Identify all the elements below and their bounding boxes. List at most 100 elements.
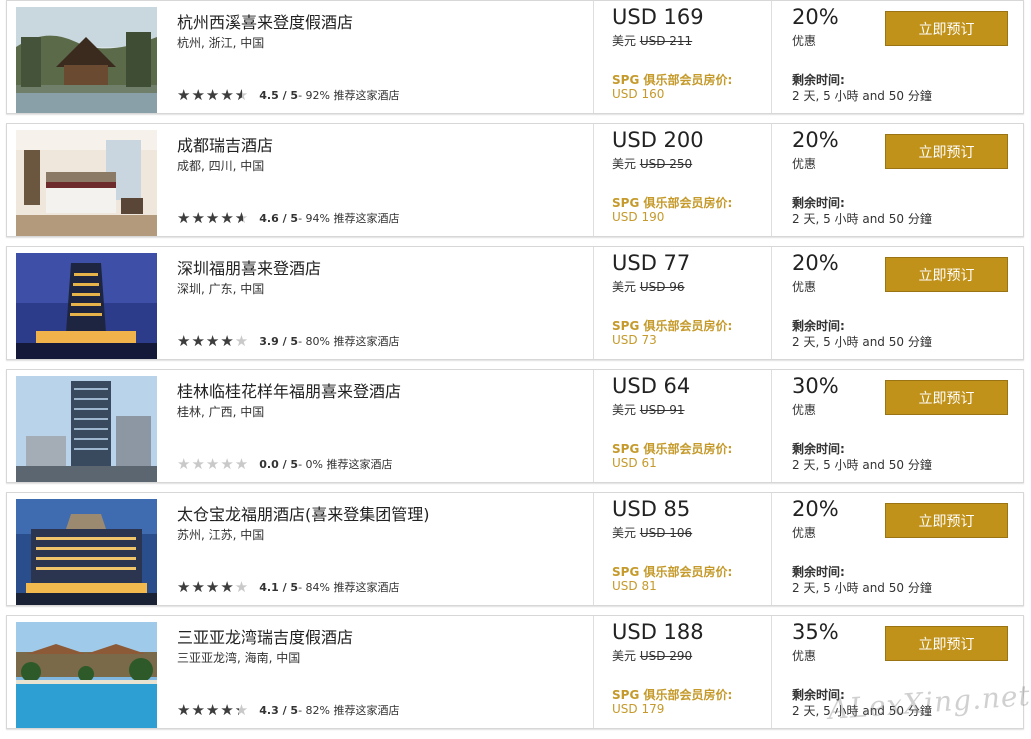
divider bbox=[771, 370, 772, 482]
original-price-prefix: 美元 bbox=[612, 403, 640, 417]
original-price-value: USD 290 bbox=[639, 649, 693, 663]
hotel-photo[interactable] bbox=[16, 7, 157, 113]
hotel-card: 桂林临桂花样年福朋喜来登酒店 桂林, 广西, 中国 ★★★★★★★★★★ 0.0… bbox=[6, 369, 1024, 483]
hotel-photo[interactable] bbox=[16, 253, 157, 359]
spg-member-label: SPG 俱乐部会员房价: bbox=[612, 319, 733, 333]
divider bbox=[593, 1, 594, 113]
divider bbox=[771, 247, 772, 359]
hotel-photo[interactable] bbox=[16, 376, 157, 482]
star-rating-icon: ★★★★★★★★★★ bbox=[177, 577, 250, 596]
rating-row: ★★★★★ ★★★★★ 4.6 / 5 - 94% 推荐这家酒店 bbox=[177, 210, 400, 226]
star-rating-icon: ★★★★★★★★★★ bbox=[177, 85, 250, 104]
discount-label: 优惠 bbox=[792, 280, 817, 294]
original-price-prefix: 美元 bbox=[612, 34, 640, 48]
original-price-prefix: 美元 bbox=[612, 526, 640, 540]
book-now-button[interactable]: 立即预订 bbox=[885, 134, 1008, 169]
recommend-text: - 80% 推荐这家酒店 bbox=[298, 335, 400, 348]
original-price: 美元 USD 250 bbox=[612, 155, 692, 172]
hotel-location: 桂林, 广西, 中国 bbox=[177, 405, 265, 419]
hotel-card: 太仓宝龙福朋酒店(喜来登集团管理) 苏州, 江苏, 中国 ★★★★★★★★★★ … bbox=[6, 492, 1024, 606]
spg-member-label: SPG 俱乐部会员房价: bbox=[612, 565, 733, 579]
spg-member-label: SPG 俱乐部会员房价: bbox=[612, 442, 733, 456]
spg-member-price: USD 160 bbox=[612, 87, 665, 101]
discount-percent: 30% bbox=[792, 374, 839, 398]
spg-member-price: USD 61 bbox=[612, 456, 657, 470]
book-now-button[interactable]: 立即预订 bbox=[885, 503, 1008, 538]
remaining-time-label: 剩余时间: bbox=[792, 73, 845, 87]
hotel-location: 杭州, 浙江, 中国 bbox=[177, 36, 265, 50]
sale-price: USD 77 bbox=[612, 251, 691, 275]
original-price: 美元 USD 290 bbox=[612, 647, 692, 664]
hotel-name[interactable]: 桂林临桂花样年福朋喜来登酒店 bbox=[177, 378, 401, 402]
rating-score: 4.1 / 5 bbox=[259, 580, 299, 594]
remaining-time-label: 剩余时间: bbox=[792, 565, 845, 579]
remaining-time-value: 2 天, 5 小時 and 50 分鐘 bbox=[792, 335, 932, 349]
divider bbox=[771, 1, 772, 113]
star-rating-icon: ★★★★★★★★★★ bbox=[177, 208, 250, 227]
original-price-value: USD 91 bbox=[639, 403, 685, 417]
original-price-prefix: 美元 bbox=[612, 280, 640, 294]
remaining-time-value: 2 天, 5 小時 and 50 分鐘 bbox=[792, 212, 932, 226]
sale-price: USD 64 bbox=[612, 374, 691, 398]
rating-row: ★★★★★★★★★★ 4.5 / 5 - 92% 推荐这家酒店 bbox=[177, 87, 400, 103]
spg-member-price: USD 81 bbox=[612, 579, 657, 593]
hotel-location: 苏州, 江苏, 中国 bbox=[177, 528, 265, 542]
star-rating-icon: ★★★★★★★★★★ bbox=[177, 700, 250, 719]
rating-score: 4.5 / 5 bbox=[259, 88, 299, 102]
remaining-time-value: 2 天, 5 小時 and 50 分鐘 bbox=[792, 458, 932, 472]
star-rating-icon: ★★★★★★★★★★ bbox=[177, 454, 250, 473]
divider bbox=[771, 493, 772, 605]
spg-member-price: USD 190 bbox=[612, 210, 665, 224]
hotel-card: 杭州西溪喜来登度假酒店 杭州, 浙江, 中国 ★★★★★★★★★★ 4.5 / … bbox=[6, 0, 1024, 114]
sale-price: USD 200 bbox=[612, 128, 704, 152]
rating-score: 0.0 / 5 bbox=[259, 457, 299, 471]
divider bbox=[771, 124, 772, 236]
discount-label: 优惠 bbox=[792, 649, 817, 663]
discount-percent: 35% bbox=[792, 620, 839, 644]
divider bbox=[593, 370, 594, 482]
hotel-photo[interactable] bbox=[16, 622, 157, 728]
hotel-location: 三亚亚龙湾, 海南, 中国 bbox=[177, 651, 301, 665]
hotel-card: 深圳福朋喜来登酒店 深圳, 广东, 中国 ★★★★★★★★★★ 3.9 / 5 … bbox=[6, 246, 1024, 360]
original-price-value: USD 250 bbox=[639, 157, 693, 171]
spg-member-price: USD 179 bbox=[612, 702, 665, 716]
star-rating-icon: ★★★★★★★★★★ bbox=[177, 331, 250, 350]
original-price: 美元 USD 211 bbox=[612, 32, 692, 49]
original-price-value: USD 96 bbox=[639, 280, 685, 294]
discount-percent: 20% bbox=[792, 5, 839, 29]
rating-row: ★★★★★★★★★★ 0.0 / 5 - 0% 推荐这家酒店 bbox=[177, 456, 393, 472]
book-now-button[interactable]: 立即预订 bbox=[885, 380, 1008, 415]
hotel-card: 成都瑞吉酒店 成都, 四川, 中国 ★★★★★ ★★★★★ 4.6 / 5 - 9… bbox=[6, 123, 1024, 237]
original-price-value: USD 211 bbox=[639, 34, 693, 48]
original-price: 美元 USD 96 bbox=[612, 278, 685, 295]
spg-member-label: SPG 俱乐部会员房价: bbox=[612, 196, 733, 210]
rating-row: ★★★★★★★★★★ 4.1 / 5 - 84% 推荐这家酒店 bbox=[177, 579, 400, 595]
book-now-button[interactable]: 立即预订 bbox=[885, 11, 1008, 46]
book-now-button[interactable]: 立即预订 bbox=[885, 626, 1008, 661]
recommend-text: - 92% 推荐这家酒店 bbox=[298, 89, 400, 102]
hotel-name[interactable]: 深圳福朋喜来登酒店 bbox=[177, 255, 321, 279]
discount-label: 优惠 bbox=[792, 157, 817, 171]
hotel-name[interactable]: 太仓宝龙福朋酒店(喜来登集团管理) bbox=[177, 501, 430, 525]
hotel-name[interactable]: 杭州西溪喜来登度假酒店 bbox=[177, 9, 353, 33]
discount-label: 优惠 bbox=[792, 526, 817, 540]
divider bbox=[593, 616, 594, 728]
discount-percent: 20% bbox=[792, 251, 839, 275]
recommend-text: - 82% 推荐这家酒店 bbox=[298, 704, 400, 717]
remaining-time-label: 剩余时间: bbox=[792, 442, 845, 456]
rating-row: ★★★★★★★★★★ 3.9 / 5 - 80% 推荐这家酒店 bbox=[177, 333, 400, 349]
hotel-photo[interactable] bbox=[16, 499, 157, 605]
original-price-prefix: 美元 bbox=[612, 649, 640, 663]
spg-member-label: SPG 俱乐部会员房价: bbox=[612, 73, 733, 87]
divider bbox=[593, 493, 594, 605]
original-price-prefix: 美元 bbox=[612, 157, 640, 171]
original-price: 美元 USD 106 bbox=[612, 524, 692, 541]
rating-row: ★★★★★★★★★★ 4.3 / 5 - 82% 推荐这家酒店 bbox=[177, 702, 400, 718]
book-now-button[interactable]: 立即预订 bbox=[885, 257, 1008, 292]
hotel-name[interactable]: 三亚亚龙湾瑞吉度假酒店 bbox=[177, 624, 353, 648]
hotel-photo[interactable] bbox=[16, 130, 157, 236]
divider bbox=[593, 247, 594, 359]
remaining-time-label: 剩余时间: bbox=[792, 196, 845, 210]
hotel-name[interactable]: 成都瑞吉酒店 bbox=[177, 132, 273, 156]
discount-percent: 20% bbox=[792, 497, 839, 521]
